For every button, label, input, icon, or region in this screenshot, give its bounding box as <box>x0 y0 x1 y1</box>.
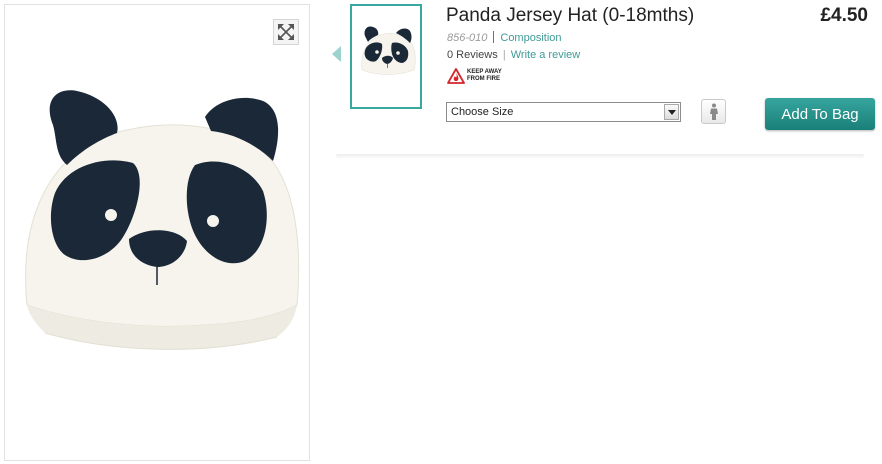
select-arrow-button[interactable] <box>664 104 679 120</box>
fire-warning-line1: KEEP AWAY <box>467 69 502 75</box>
product-thumbnail[interactable] <box>350 4 422 109</box>
product-title: Panda Jersey Hat (0-18mths) <box>446 5 695 26</box>
separator: | <box>502 49 506 61</box>
write-review-link[interactable]: Write a review <box>511 49 580 61</box>
size-select-value: Choose Size <box>451 106 514 118</box>
review-count: 0 Reviews <box>447 49 498 61</box>
fire-warning-icon <box>447 68 465 84</box>
expand-arrows-icon <box>278 24 294 40</box>
thumbnail-pointer <box>332 46 341 62</box>
fire-warning-line2: FROM FIRE <box>467 76 500 82</box>
main-product-image[interactable] <box>4 4 310 461</box>
size-select[interactable]: Choose Size <box>446 102 681 122</box>
person-figure-icon <box>709 103 718 120</box>
expand-image-button[interactable] <box>273 19 299 45</box>
chevron-down-icon <box>667 109 676 115</box>
separator <box>493 31 495 43</box>
product-code: 856-010 <box>447 32 488 44</box>
fire-warning: KEEP AWAY FROM FIRE <box>447 68 502 84</box>
add-to-bag-button[interactable]: Add To Bag <box>765 98 875 130</box>
product-page: Panda Jersey Hat (0-18mths) £4.50 856-01… <box>0 0 882 464</box>
review-line: 0 Reviews | Write a review <box>447 49 580 61</box>
product-price: £4.50 <box>820 5 868 26</box>
section-divider <box>336 154 864 159</box>
size-guide-button[interactable] <box>701 99 726 124</box>
composition-link[interactable]: Composition <box>500 32 561 44</box>
panda-hat-thumbnail <box>361 26 416 75</box>
panda-hat-image <box>25 90 300 350</box>
product-code-line: 856-010 Composition <box>447 31 562 44</box>
